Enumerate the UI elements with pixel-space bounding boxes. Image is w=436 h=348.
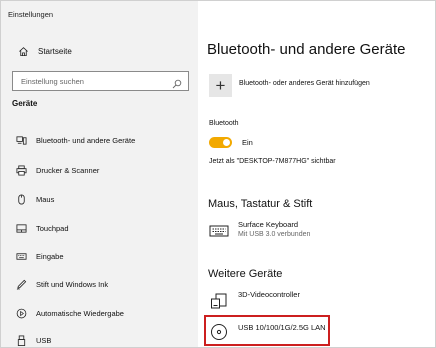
sidebar-item-label: USB — [36, 335, 52, 345]
sidebar-item-label: Bluetooth- und andere Geräte — [36, 135, 136, 145]
bluetooth-devices-icon — [15, 134, 28, 147]
sidebar-item-printers[interactable]: Drucker & Scanner — [15, 163, 99, 177]
sidebar-item-label: Maus — [36, 194, 55, 204]
device-item-keyboard[interactable]: Surface Keyboard Mit USB 3.0 verbunden — [208, 220, 310, 242]
sidebar: Einstellungen Startseite Geräte Bluetoot… — [1, 1, 198, 347]
device-item-3d-video[interactable]: 3D-Videocontroller — [208, 290, 300, 312]
printer-icon — [15, 164, 28, 177]
device-status: Mit USB 3.0 verbunden — [238, 231, 311, 238]
plus-icon: + — [209, 74, 232, 97]
window-title: Einstellungen — [8, 10, 54, 19]
section-heading-input-devices: Maus, Tastatur & Stift — [208, 198, 313, 210]
sidebar-item-touchpad[interactable]: Touchpad — [15, 221, 69, 235]
bluetooth-toggle-state: Ein — [242, 138, 253, 147]
nav-home-label: Startseite — [38, 46, 72, 56]
sidebar-item-autoplay[interactable]: Automatische Wiedergabe — [15, 306, 124, 320]
section-heading-devices: Geräte — [12, 99, 38, 108]
add-device-button[interactable]: + Bluetooth- oder anderes Gerät hinzufüg… — [209, 74, 370, 97]
search-box[interactable] — [12, 71, 189, 91]
sidebar-item-mouse[interactable]: Maus — [15, 192, 54, 206]
highlight-box — [204, 315, 330, 346]
section-heading-other-devices: Weitere Geräte — [208, 268, 283, 280]
search-input[interactable] — [21, 75, 171, 87]
discoverable-text: Jetzt als "DESKTOP-7M877HG" sichtbar — [209, 158, 336, 165]
device-name: Surface Keyboard — [238, 220, 299, 229]
generic-device-icon — [208, 290, 230, 312]
sidebar-item-bluetooth[interactable]: Bluetooth- und andere Geräte — [15, 133, 135, 147]
toggle-knob — [223, 139, 230, 146]
page-title: Bluetooth- und andere Geräte — [207, 41, 406, 58]
keyboard-icon — [15, 250, 28, 263]
sidebar-item-label: Drucker & Scanner — [36, 165, 100, 175]
sidebar-item-label: Eingabe — [36, 251, 64, 261]
autoplay-icon — [15, 307, 28, 320]
sidebar-item-label: Touchpad — [36, 223, 69, 233]
sidebar-item-label: Automatische Wiedergabe — [36, 308, 124, 318]
keyboard-device-icon — [208, 220, 230, 242]
sidebar-item-input[interactable]: Eingabe — [15, 249, 64, 263]
home-icon — [17, 45, 29, 57]
search-icon[interactable] — [172, 76, 182, 89]
pen-icon — [15, 278, 28, 291]
touchpad-icon — [15, 222, 28, 235]
usb-icon — [15, 334, 28, 347]
main-content: Bluetooth- und andere Geräte + Bluetooth… — [198, 1, 435, 347]
settings-window: Einstellungen Startseite Geräte Bluetoot… — [0, 0, 436, 348]
sidebar-item-pen[interactable]: Stift und Windows Ink — [15, 277, 108, 291]
add-device-label: Bluetooth- oder anderes Gerät hinzufügen — [239, 80, 370, 87]
device-name: 3D-Videocontroller — [238, 290, 300, 299]
mouse-icon — [15, 193, 28, 206]
nav-home[interactable]: Startseite — [17, 44, 72, 58]
bluetooth-label: Bluetooth — [209, 120, 239, 127]
sidebar-item-usb[interactable]: USB — [15, 333, 51, 347]
sidebar-item-label: Stift und Windows Ink — [36, 279, 109, 289]
bluetooth-toggle[interactable] — [209, 137, 232, 148]
